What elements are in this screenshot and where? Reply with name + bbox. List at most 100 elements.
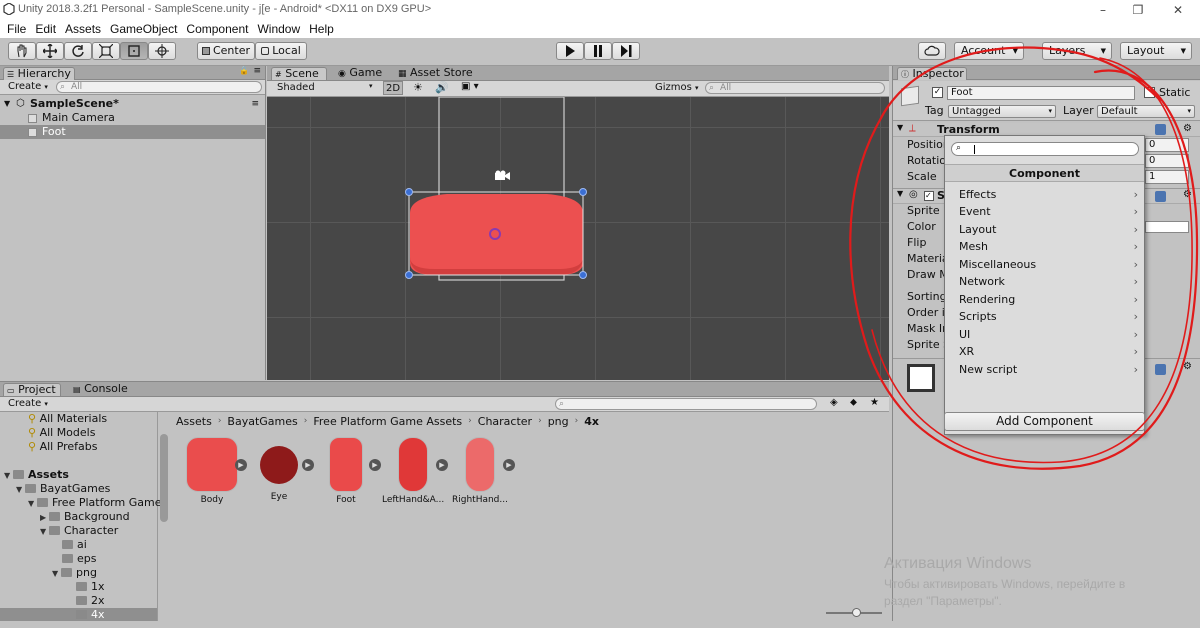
sprite-renderer-enabled-checkbox[interactable]: ✓ xyxy=(924,191,934,201)
foot-sprite[interactable] xyxy=(410,194,583,275)
breadcrumb-item[interactable]: 4x xyxy=(584,415,599,428)
space-local-toggle[interactable]: Local xyxy=(255,42,307,60)
transform-tool-button[interactable] xyxy=(148,42,176,60)
rotation-z-field[interactable]: 0 xyxy=(1145,154,1189,168)
asset-righthand[interactable]: RightHand... xyxy=(449,437,511,505)
tab-hierarchy[interactable]: ☰ Hierarchy xyxy=(3,67,75,80)
color-swatch[interactable] xyxy=(1145,221,1189,233)
2d-mode-toggle[interactable]: 2D xyxy=(383,81,403,95)
help-book-icon[interactable] xyxy=(1155,191,1166,202)
sprite-expand-icon[interactable]: ▶ xyxy=(302,459,314,471)
asset-lefthand[interactable]: LeftHand&A... xyxy=(382,437,444,505)
breadcrumb-item[interactable]: Character xyxy=(478,415,532,428)
layout-dropdown[interactable]: Layout ▼ xyxy=(1120,42,1192,60)
filter-type-icon[interactable]: ◈ xyxy=(830,397,838,408)
component-menu-rendering[interactable]: Rendering › xyxy=(945,291,1144,308)
menu-assets[interactable]: Assets xyxy=(65,20,101,38)
component-menu-network[interactable]: Network › xyxy=(945,273,1144,290)
component-menu-ui[interactable]: UI › xyxy=(945,326,1144,343)
tree-scrollbar[interactable] xyxy=(160,434,168,522)
sprite-expand-icon[interactable]: ▶ xyxy=(436,459,448,471)
scene-search-input[interactable]: ⌕ All xyxy=(705,82,885,94)
tree-item-background[interactable]: ▶ Background xyxy=(40,510,130,524)
close-button[interactable]: ✕ xyxy=(1160,0,1196,20)
favorite-all-materials[interactable]: ⚲ All Materials xyxy=(28,412,107,426)
scene-menu-icon[interactable]: ≡ xyxy=(251,97,259,111)
tree-item-free-platform-game[interactable]: ▼ Free Platform Game xyxy=(28,496,161,510)
asset-body[interactable]: Body xyxy=(181,437,243,505)
component-settings-icon[interactable]: ⚙ xyxy=(1183,189,1192,200)
component-menu-miscellaneous[interactable]: Miscellaneous › xyxy=(945,256,1144,273)
object-name-field[interactable]: Foot xyxy=(947,86,1135,100)
component-settings-icon[interactable]: ⚙ xyxy=(1183,123,1192,134)
tree-item-assets[interactable]: ▼ Assets xyxy=(4,468,69,482)
collab-cloud-button[interactable] xyxy=(918,42,946,60)
audio-toggle-icon[interactable]: 🔊 xyxy=(435,81,449,94)
account-dropdown[interactable]: Account ▼ xyxy=(954,42,1024,60)
breadcrumb-item[interactable]: png xyxy=(548,415,569,428)
tab-inspector[interactable]: ⓘ Inspector xyxy=(897,67,967,80)
maximize-button[interactable]: ❐ xyxy=(1120,0,1156,20)
menu-help[interactable]: Help xyxy=(309,20,334,38)
shading-dropdown[interactable]: Shaded ▾ xyxy=(277,82,377,93)
filter-label-icon[interactable]: ⬥ xyxy=(850,397,857,408)
tree-item-eps[interactable]: eps xyxy=(62,552,96,566)
scene-canvas[interactable] xyxy=(267,97,889,380)
rect-handle-tr[interactable] xyxy=(579,188,587,196)
rect-handle-bl[interactable] xyxy=(405,271,413,279)
pause-button[interactable] xyxy=(584,42,612,60)
expand-arrow-icon[interactable]: ▼ xyxy=(4,97,10,111)
scale-z-field[interactable]: 1 xyxy=(1145,170,1189,184)
zoom-slider[interactable] xyxy=(826,608,882,617)
breadcrumb-item[interactable]: Assets xyxy=(176,415,212,428)
favorite-all-prefabs[interactable]: ⚲ All Prefabs xyxy=(28,440,98,454)
asset-eye[interactable]: Eye xyxy=(248,437,310,502)
sprite-expand-icon[interactable]: ▶ xyxy=(369,459,381,471)
hierarchy-search-input[interactable]: ⌕ All xyxy=(56,81,262,93)
tree-item-bayatgames[interactable]: ▼ BayatGames xyxy=(16,482,110,496)
tree-item-png[interactable]: ▼ png xyxy=(52,566,97,580)
expand-arrow-icon[interactable]: ▼ xyxy=(897,189,903,198)
panel-menu-icon[interactable]: ≡ xyxy=(253,66,261,76)
hand-tool-button[interactable] xyxy=(8,42,36,60)
menu-file[interactable]: File xyxy=(7,20,26,38)
create-dropdown[interactable]: Create ▾ xyxy=(8,81,48,92)
tree-item-character[interactable]: ▼ Character xyxy=(40,524,118,538)
menu-edit[interactable]: Edit xyxy=(35,20,56,38)
component-menu-mesh[interactable]: Mesh › xyxy=(945,238,1144,255)
menu-window[interactable]: Window xyxy=(257,20,300,38)
component-menu-scripts[interactable]: Scripts › xyxy=(945,308,1144,325)
component-menu-new-script[interactable]: New script › xyxy=(945,361,1144,378)
tag-dropdown[interactable]: Untagged ▾ xyxy=(948,105,1056,118)
tree-item-4x[interactable]: 4x xyxy=(0,608,157,622)
play-button[interactable] xyxy=(556,42,584,60)
component-menu-xr[interactable]: XR › xyxy=(945,343,1144,360)
breadcrumb-item[interactable]: Free Platform Game Assets xyxy=(313,415,462,428)
menu-component[interactable]: Component xyxy=(186,20,248,38)
help-book-icon[interactable] xyxy=(1155,364,1166,375)
static-checkbox[interactable] xyxy=(1144,87,1155,98)
rect-tool-button[interactable] xyxy=(120,42,148,60)
tab-asset-store[interactable]: ▦ Asset Store xyxy=(395,67,475,80)
component-menu-event[interactable]: Event › xyxy=(945,203,1144,220)
tree-item-2x[interactable]: 2x xyxy=(76,594,105,608)
position-z-field[interactable]: 0 xyxy=(1145,138,1189,152)
move-tool-button[interactable] xyxy=(36,42,64,60)
tree-item-1x[interactable]: 1x xyxy=(76,580,105,594)
layer-dropdown[interactable]: Default ▾ xyxy=(1097,105,1195,118)
menu-gameobject[interactable]: GameObject xyxy=(110,20,177,38)
help-book-icon[interactable] xyxy=(1155,124,1166,135)
scene-viewport[interactable] xyxy=(267,97,889,380)
component-menu-layout[interactable]: Layout › xyxy=(945,221,1144,238)
step-button[interactable] xyxy=(612,42,640,60)
tree-item-ai[interactable]: ai xyxy=(62,538,87,552)
hierarchy-item-main-camera[interactable]: Main Camera xyxy=(0,111,265,125)
favorite-star-icon[interactable]: ★ xyxy=(870,397,879,408)
sprite-expand-icon[interactable]: ▶ xyxy=(235,459,247,471)
zoom-slider-thumb[interactable] xyxy=(852,608,861,617)
minimize-button[interactable]: – xyxy=(1085,0,1121,20)
create-dropdown[interactable]: Create ▾ xyxy=(8,398,48,409)
project-search-input[interactable]: ⌕ xyxy=(555,398,817,410)
component-menu-effects[interactable]: Effects › xyxy=(945,186,1144,203)
lighting-toggle-icon[interactable]: ☀ xyxy=(413,81,423,94)
